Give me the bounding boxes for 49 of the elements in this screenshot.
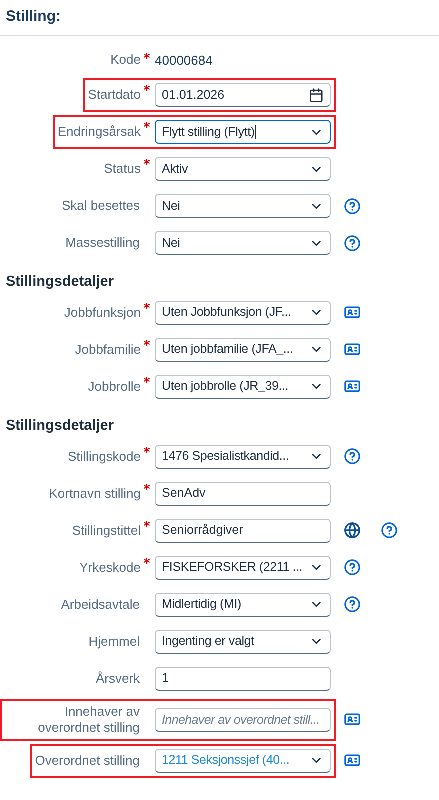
field-label: Hjemmel [88, 634, 140, 650]
dropdown-field[interactable]: Flytt stilling (Flytt) [155, 120, 331, 144]
field-label: Skal besettes [62, 198, 140, 214]
help-icon[interactable] [344, 596, 361, 613]
code-value: 40000684 [155, 52, 214, 70]
field-label: Startdato [88, 87, 141, 103]
text-field[interactable]: 1 [155, 666, 331, 690]
field-label: Arbeidsavtale [61, 596, 140, 612]
dropdown-field[interactable]: 1476 Spesialistkandid... [155, 444, 331, 468]
field-label: Årsverk [96, 670, 140, 686]
page-title: Stilling: [6, 7, 62, 27]
dropdown-field[interactable]: FISKEFORSKER (2211 ... [155, 556, 331, 580]
field-label: Yrkeskode [80, 560, 141, 576]
dropdown-field[interactable]: Ingenting er valgt [155, 630, 331, 654]
help-icon[interactable] [344, 234, 361, 252]
field-label: Jobbrolle [88, 378, 141, 395]
dropdown-field[interactable]: Midlertidig (MI) [155, 592, 331, 616]
field-label: Jobbfunksjon [64, 304, 141, 321]
field-label: Innehaver av overordnet stilling [37, 704, 140, 736]
section-heading: Stillingsdetaljer [5, 273, 115, 292]
field-label: Massestilling [66, 235, 140, 251]
date-field[interactable]: 01.01.2026 [155, 83, 331, 107]
help-icon[interactable] [344, 448, 361, 465]
text-field[interactable]: Seniorrådgiver [155, 518, 331, 542]
field-label: Kode [110, 52, 141, 68]
text-field[interactable]: SenAdv [155, 482, 331, 506]
field-label: Endringsårsak [58, 124, 141, 140]
section-heading: Stillingsdetaljer [5, 416, 115, 436]
help-icon[interactable] [344, 198, 361, 214]
field-label: Jobbfamilie [75, 342, 141, 358]
field-label: Stillingstittel [72, 522, 141, 538]
dropdown-field[interactable]: Uten jobbfamilie (JFA_... [155, 338, 331, 362]
text-field[interactable]: Innehaver av overordnet still... [155, 708, 331, 732]
dropdown-field[interactable]: Nei [155, 194, 331, 218]
contact-card-icon[interactable] [344, 752, 361, 769]
contact-card-icon[interactable] [344, 711, 361, 728]
field-label: Stillingskode [68, 448, 141, 464]
dropdown-field[interactable]: Aktiv [155, 157, 331, 181]
dropdown-field[interactable]: 1211 Seksjonssjef (40... [155, 748, 331, 772]
field-label: Status [104, 161, 141, 177]
dropdown-field[interactable]: Uten jobbrolle (JR_39... [155, 374, 331, 399]
field-label: Overordnet stilling [35, 752, 140, 768]
globe-icon[interactable] [344, 522, 361, 539]
field-label: Kortnavn stilling [49, 486, 141, 502]
dropdown-field[interactable]: Uten Jobbfunksjon (JF... [155, 300, 331, 325]
help-icon[interactable] [344, 559, 361, 576]
calendar-icon[interactable] [309, 88, 324, 102]
dropdown-field[interactable]: Nei [155, 231, 331, 255]
help-icon[interactable] [381, 522, 398, 539]
